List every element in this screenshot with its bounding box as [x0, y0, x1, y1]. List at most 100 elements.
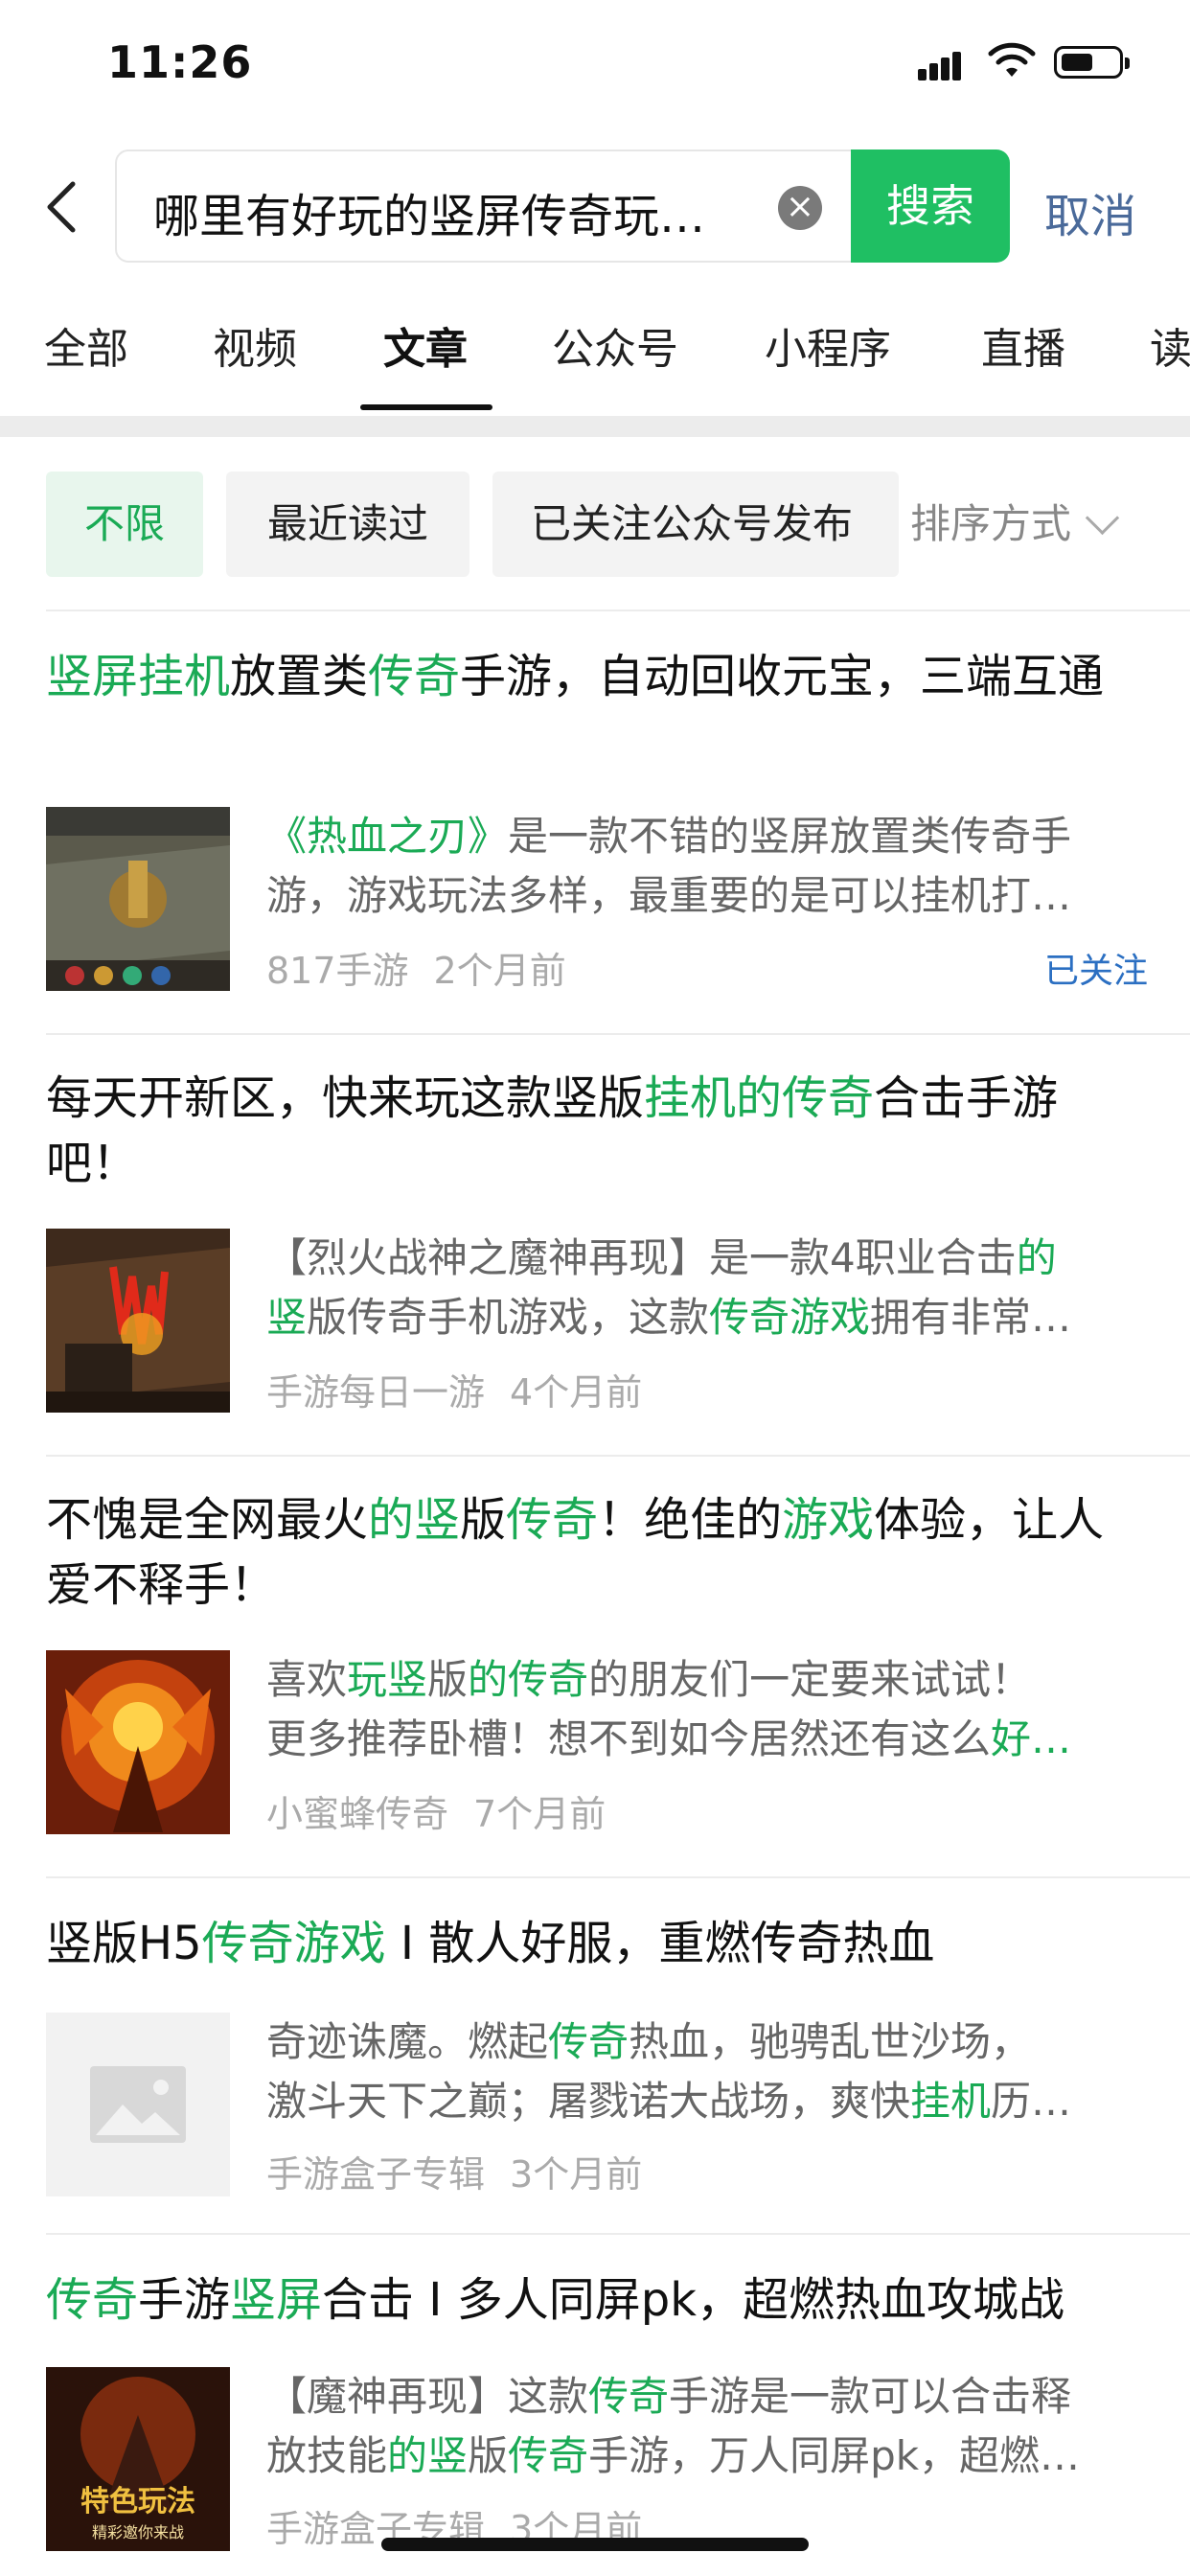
- filter-chip-followed-accounts[interactable]: 已关注公众号发布: [492, 472, 899, 577]
- article-summary: 喜欢玩竖版的传奇的朋友们一定要来试试！ 更多推荐卧槽！想不到如今居然还有这么好…: [266, 1650, 1190, 1769]
- keyword-highlight: 传奇: [368, 650, 461, 703]
- article-summary: 【魔神再现】这款传奇手游是一款可以合击释 放技能的竖版传奇手游，万人同屏pk，超燃…: [266, 2367, 1190, 2486]
- keyword-highlight: 传奇游戏: [201, 1917, 386, 1970]
- article-title[interactable]: 竖版H5传奇游戏 I 散人好服，重燃传奇热血: [46, 1911, 1144, 1976]
- article-source: 手游盒子专辑: [266, 2153, 486, 2196]
- keyword-highlight: 游戏: [782, 1493, 875, 1547]
- text-segment: 历…: [991, 2078, 1072, 2125]
- keyword-highlight: 的: [1016, 1234, 1057, 1281]
- article-card[interactable]: 每天开新区，快来玩这款竖版挂机的传奇合击手游吧！ 【烈火战神之魔神再现】是一款4…: [46, 1066, 1144, 1414]
- divider: [46, 1876, 1190, 1878]
- article-thumbnail[interactable]: [46, 2012, 230, 2196]
- article-thumbnail[interactable]: [46, 1229, 230, 1413]
- search-input[interactable]: 哪里有好玩的竖屏传奇玩… ×: [115, 150, 853, 263]
- search-button[interactable]: 搜索: [851, 150, 1010, 263]
- poster-subtitle: 精彩邀你来战: [92, 2523, 184, 2542]
- text-segment: 版: [427, 1656, 469, 1703]
- tab-official-accounts[interactable]: 公众号: [552, 314, 678, 376]
- text-segment: 手游，自动回收元宝，三端互通: [460, 650, 1105, 703]
- poster-title: 特色玩法: [80, 2485, 195, 2518]
- tab-live[interactable]: 直播: [981, 314, 1065, 376]
- text-segment: 奇迹诛魔。燃起: [266, 2018, 549, 2065]
- text-segment: 是一款不错的竖屏放置类传奇手: [508, 813, 1072, 860]
- filter-chip-unlimited[interactable]: 不限: [46, 472, 203, 577]
- text-segment: 手游，万人同屏pk，超燃…: [588, 2432, 1081, 2479]
- divider: [46, 2233, 1190, 2235]
- text-segment: ！绝佳的: [598, 1493, 783, 1547]
- text-segment: 手游: [138, 2273, 231, 2327]
- article-title[interactable]: 每天开新区，快来玩这款竖版挂机的传奇合击手游吧！: [46, 1066, 1144, 1196]
- game-screenshot-fire-image: [46, 1229, 230, 1413]
- text-segment: 不愧是全网最火: [46, 1493, 369, 1547]
- wifi-icon: [988, 42, 1036, 77]
- keyword-highlight: 竖: [266, 1294, 308, 1341]
- keyword-highlight: 《热血之刃》: [266, 813, 509, 860]
- sort-dropdown[interactable]: 排序方式: [904, 472, 1120, 577]
- tab-read[interactable]: 读: [1150, 314, 1190, 376]
- text-segment: 拥有非常…: [870, 1294, 1072, 1341]
- text-segment: 的朋友们一定要来试试！: [588, 1656, 1032, 1703]
- article-card[interactable]: 竖版H5传奇游戏 I 散人好服，重燃传奇热血 奇迹诛魔。燃起传奇热血，驰骋乱世沙…: [46, 1911, 1144, 2196]
- battery-icon: [1054, 46, 1130, 79]
- keyword-highlight: 的竖: [387, 2432, 469, 2479]
- tab-bar: 全部 视频 文章 公众号 小程序 直播 读: [0, 305, 1190, 410]
- text-segment: 版传奇手机游戏，这款: [307, 1294, 710, 1341]
- cellular-signal-icon: [918, 48, 968, 80]
- section-divider: [0, 416, 1190, 437]
- divider: [46, 1033, 1190, 1035]
- article-thumbnail[interactable]: [46, 807, 230, 991]
- filter-chip-recently-read[interactable]: 最近读过: [226, 472, 469, 577]
- article-source: 小蜜蜂传奇: [266, 1793, 449, 1835]
- keyword-highlight: 的传奇: [468, 1656, 589, 1703]
- followed-badge: 已关注: [1043, 952, 1148, 991]
- article-card[interactable]: 竖屏挂机放置类传奇手游，自动回收元宝，三端互通 《热血之刃》是一款不错的竖屏放置…: [46, 644, 1148, 992]
- divider: [46, 610, 1190, 611]
- cancel-button[interactable]: 取消: [1044, 178, 1136, 245]
- keyword-highlight: 竖屏挂机: [46, 650, 231, 703]
- article-card[interactable]: 不愧是全网最火的竖版传奇！绝佳的游戏体验，让人爱不释手！ 喜欢玩竖版的传奇的朋友…: [46, 1487, 1144, 1835]
- keyword-highlight: 传奇: [46, 2273, 139, 2327]
- article-meta: 小蜜蜂传奇 7个月前: [266, 1784, 630, 1837]
- article-time: 7个月前: [473, 1793, 606, 1835]
- game-screenshot-battle-image: [46, 807, 230, 991]
- game-art-flame-warrior-image: [46, 1650, 230, 1834]
- keyword-highlight: 竖屏: [230, 2273, 323, 2327]
- keyword-highlight: 传奇: [588, 2373, 670, 2420]
- article-thumbnail[interactable]: [46, 1650, 230, 1834]
- article-title[interactable]: 传奇手游竖屏合击 I 多人同屏pk，超燃热血攻城战: [46, 2267, 1144, 2333]
- home-indicator[interactable]: [381, 2538, 809, 2551]
- search-query-text[interactable]: 哪里有好玩的竖屏传奇玩…: [153, 178, 767, 245]
- article-meta: 手游盒子专辑 3个月前: [266, 2145, 667, 2197]
- tab-mini-programs[interactable]: 小程序: [765, 314, 891, 376]
- text-segment: 放技能: [266, 2432, 388, 2479]
- text-segment: 手游是一款可以合击释: [669, 2373, 1072, 2420]
- keyword-highlight: 传奇: [508, 2432, 589, 2479]
- article-title[interactable]: 不愧是全网最火的竖版传奇！绝佳的游戏体验，让人爱不释手！: [46, 1487, 1144, 1618]
- article-thumbnail[interactable]: 特色玩法 精彩邀你来战: [46, 2367, 230, 2551]
- text-segment: 【烈火战神之魔神再现】是一款4职业合击: [266, 1234, 1017, 1281]
- text-segment: 版: [468, 2432, 509, 2479]
- status-time: 11:26: [107, 36, 253, 88]
- tab-video[interactable]: 视频: [213, 314, 297, 376]
- keyword-highlight: 传奇游戏: [709, 1294, 871, 1341]
- text-segment: 每天开新区，快来玩这款竖版: [46, 1071, 645, 1125]
- back-arrow-icon[interactable]: [38, 178, 86, 236]
- tab-articles[interactable]: 文章: [383, 314, 468, 376]
- game-poster-image: 特色玩法 精彩邀你来战: [46, 2367, 230, 2551]
- article-card[interactable]: 传奇手游竖屏合击 I 多人同屏pk，超燃热血攻城战 特色玩法 精彩邀你来战 【魔…: [46, 2267, 1144, 2551]
- article-meta: 817手游 2个月前: [266, 941, 591, 994]
- clear-icon[interactable]: ×: [778, 186, 822, 230]
- text-segment: 热血，驰骋乱世沙场，: [629, 2018, 1032, 2065]
- article-title[interactable]: 竖屏挂机放置类传奇手游，自动回收元宝，三端互通: [46, 644, 1144, 709]
- keyword-highlight: 玩竖: [347, 1656, 428, 1703]
- tab-all[interactable]: 全部: [44, 314, 128, 376]
- text-segment: 游，游戏玩法多样，最重要的是可以挂机打…: [266, 872, 1072, 919]
- keyword-highlight: 的竖: [368, 1493, 461, 1547]
- text-segment: 合击 I 多人同屏pk，超燃热血攻城战: [322, 2273, 1064, 2327]
- article-summary: 【烈火战神之魔神再现】是一款4职业合击的竖版传奇手机游戏，这款传奇游戏拥有非常…: [266, 1229, 1190, 1347]
- text-segment: 激斗天下之巅；屠戮诺大战场，爽快: [266, 2078, 911, 2125]
- text-segment: 版: [460, 1493, 507, 1547]
- article-time: 4个月前: [510, 1371, 643, 1414]
- chevron-down-icon: [1085, 500, 1120, 536]
- text-segment: 竖版H5: [46, 1917, 202, 1970]
